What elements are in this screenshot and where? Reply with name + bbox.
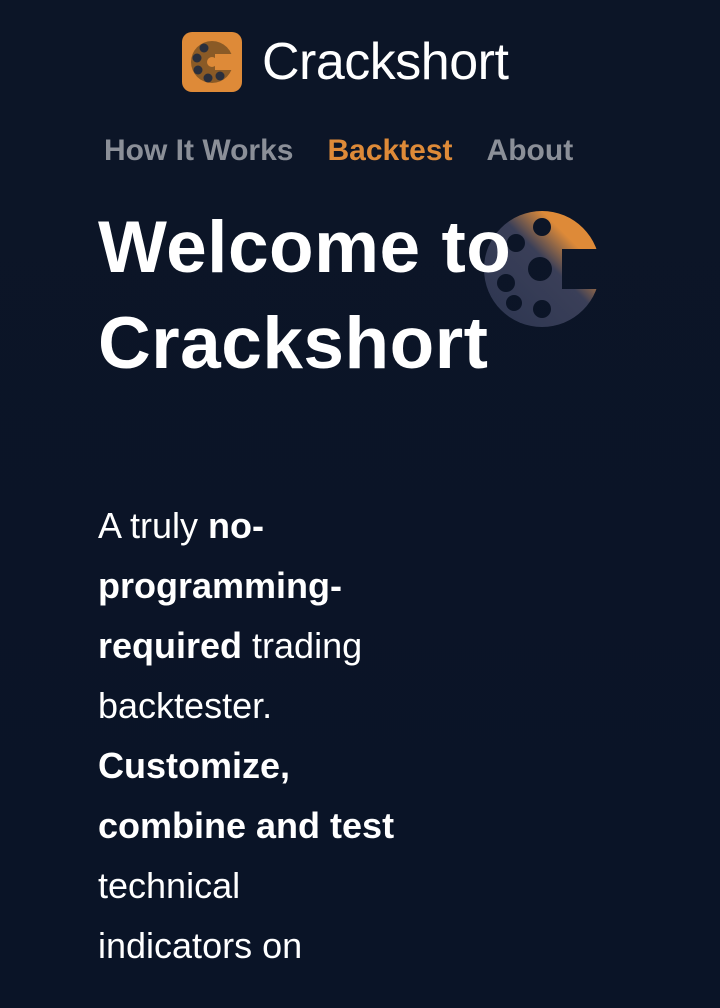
hero-copy-bold-2: Customize, combine and test [98, 745, 395, 846]
brand-logo-link[interactable]: Crackshort [182, 32, 509, 92]
hero-title: Welcome to Crackshort [98, 207, 512, 384]
nav-about[interactable]: About [487, 130, 574, 172]
main-nav: How It Works Backtest About [104, 130, 573, 172]
brand-name: Crackshort [262, 33, 509, 91]
nav-how-it-works[interactable]: How It Works [104, 130, 293, 172]
hero-description: A truly no-programming-required trading … [98, 496, 398, 976]
hero-copy-intro: A truly [98, 505, 209, 546]
crackshort-logo-icon-graphic [191, 41, 235, 83]
nav-backtest[interactable]: Backtest [327, 130, 452, 172]
crackshort-logo-icon [182, 32, 242, 92]
hero-copy-tail: technical indicators on [98, 865, 303, 966]
page: Crackshort How It Works Backtest About W… [0, 0, 720, 1008]
